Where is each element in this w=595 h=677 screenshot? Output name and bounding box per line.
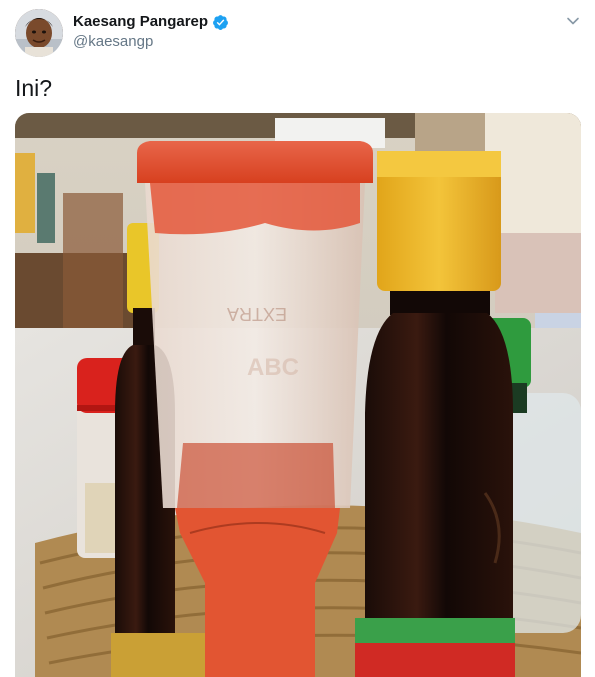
tweet-card[interactable]: Kaesang Pangarep @kaesangp Ini? EXTRA AB… — [0, 0, 595, 677]
author-handle[interactable]: @kaesangp — [73, 32, 229, 52]
author-display-name[interactable]: Kaesang Pangarep — [73, 12, 208, 32]
svg-text:ABC: ABC — [247, 354, 299, 381]
tweet-text: Ini? — [15, 75, 53, 101]
chevron-down-icon[interactable] — [566, 14, 580, 28]
tweet-photo[interactable]: EXTRA ABC — [15, 113, 581, 677]
svg-text:EXTRA: EXTRA — [227, 304, 287, 324]
author-avatar[interactable] — [15, 9, 63, 57]
verified-badge-icon — [212, 14, 229, 31]
author-block[interactable]: Kaesang Pangarep @kaesangp — [73, 12, 229, 52]
